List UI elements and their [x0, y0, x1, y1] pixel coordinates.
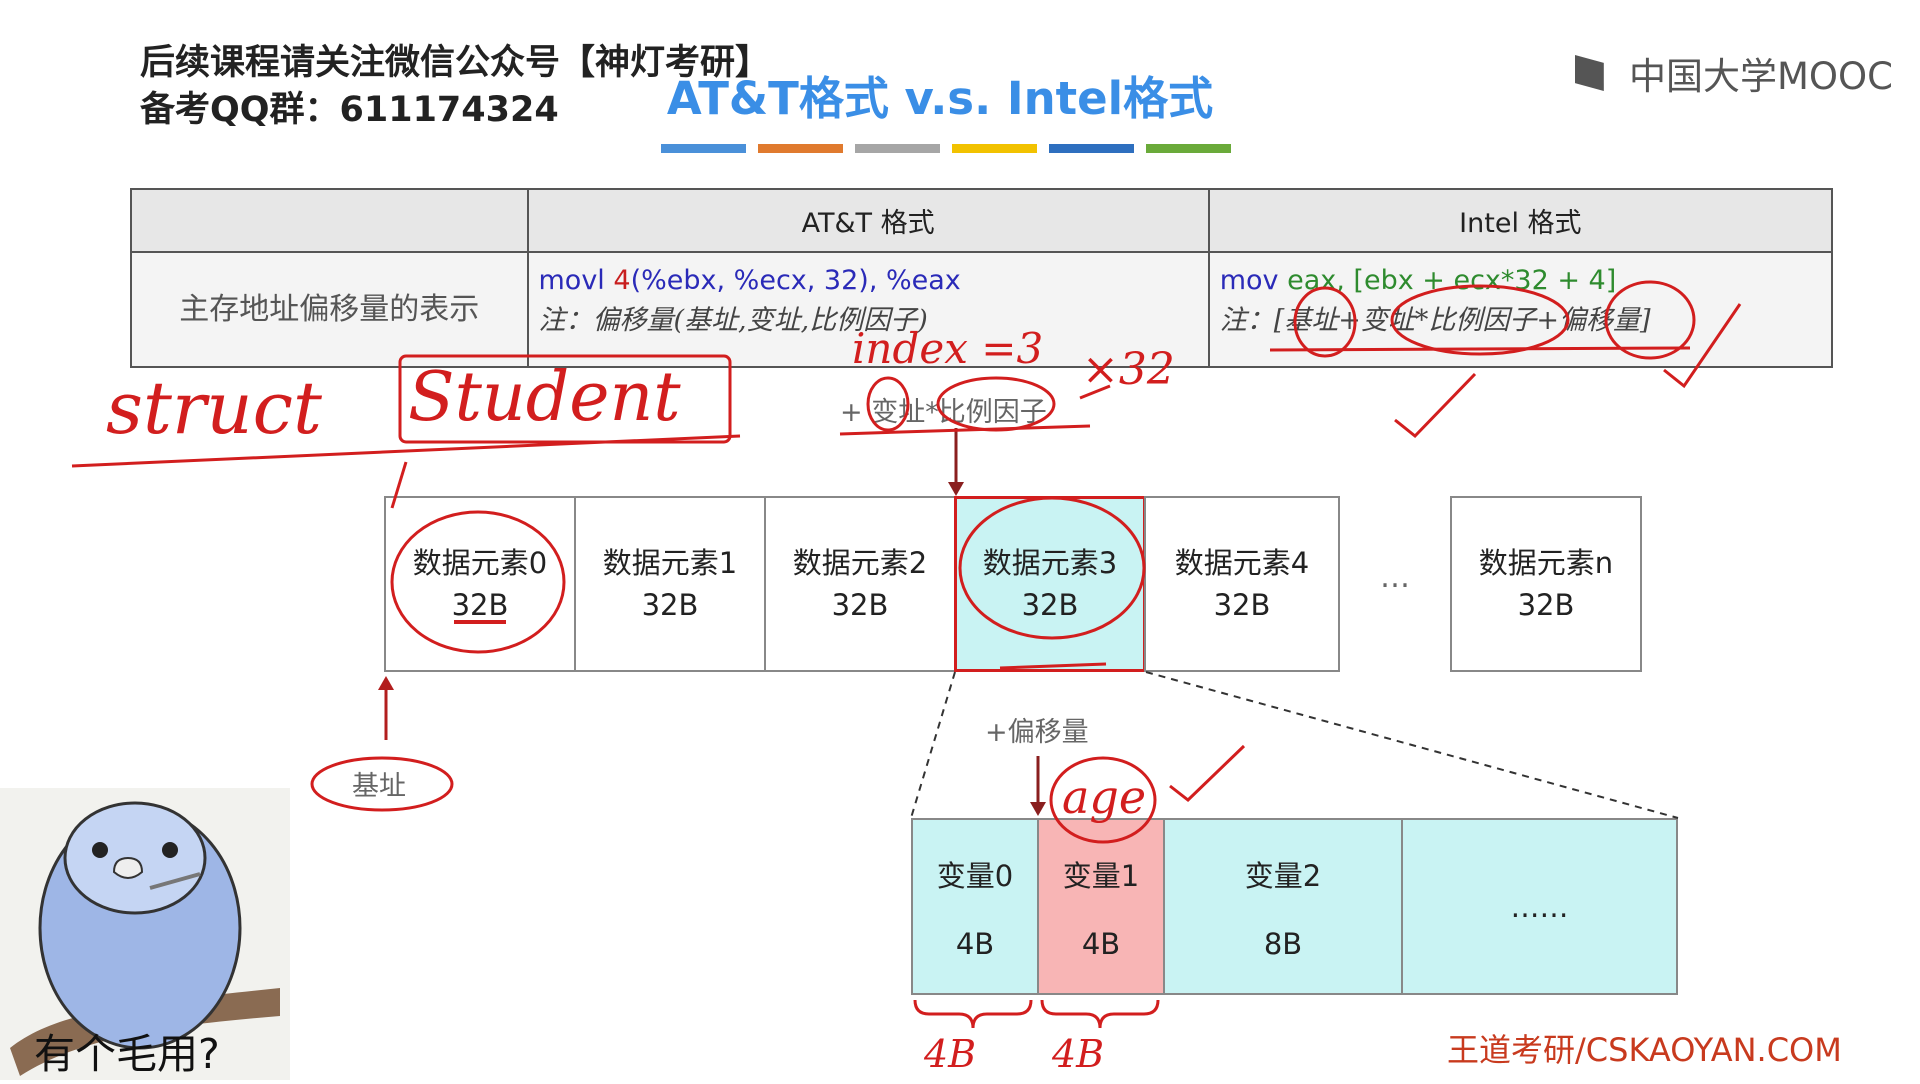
circle-intel-index	[1390, 284, 1570, 356]
circle-index	[866, 376, 910, 432]
intel-underline	[1269, 346, 1691, 352]
brace-annotation-2	[1040, 999, 1160, 1029]
meme-caption: 有个毛用?	[34, 1030, 220, 1078]
check-mark-2	[1663, 303, 1742, 389]
handwriting-student: Student	[408, 358, 681, 437]
circle-scale	[936, 376, 1056, 432]
handwriting-index: index =3	[852, 324, 1044, 373]
footer-brand: 王道考研/CSKAOYAN.COM	[1447, 1031, 1842, 1069]
circle-element3	[958, 496, 1146, 640]
index-arrow-head	[948, 482, 964, 496]
zoom-line-right	[1145, 671, 1679, 819]
zoom-line-left	[910, 671, 956, 819]
handwriting-brace-label-2: 4B	[1052, 1032, 1105, 1076]
handwriting-struct: struct	[106, 366, 322, 450]
handwriting-times: ×32	[1082, 344, 1175, 395]
offset-arrow-head	[1030, 802, 1046, 816]
struct-arrow	[390, 461, 408, 509]
circle-intel-base	[1293, 286, 1357, 358]
handwriting-age: age	[1062, 770, 1147, 824]
circle-base	[310, 756, 454, 812]
element3-underline	[999, 662, 1107, 670]
check-mark-1	[1394, 372, 1477, 439]
circle-element0	[390, 510, 566, 654]
base-arrow-head	[378, 676, 394, 690]
handwriting-brace-label-1: 4B	[924, 1032, 977, 1076]
check-mark-3	[1169, 744, 1246, 802]
brace-annotation-1	[913, 999, 1033, 1029]
